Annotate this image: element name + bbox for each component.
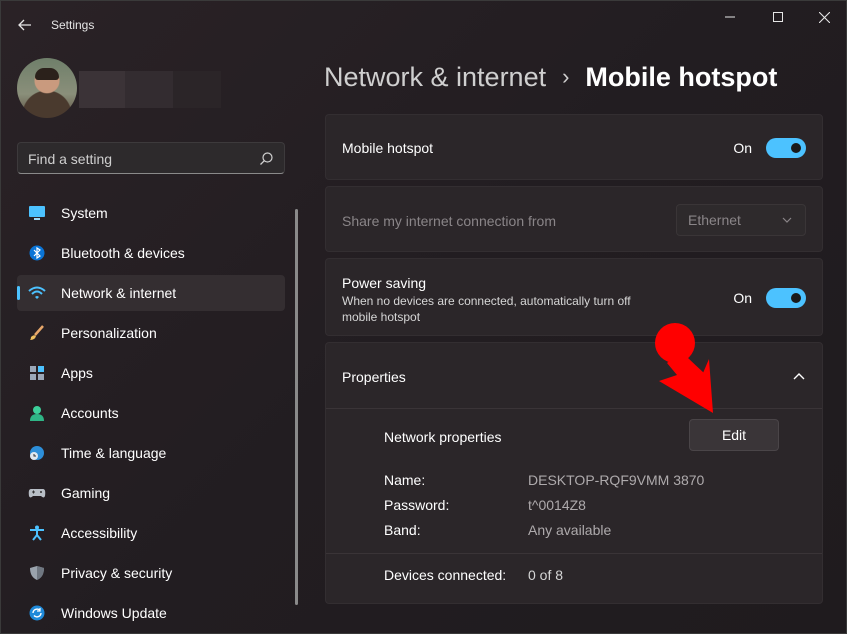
sidebar-item-label: Gaming [61,485,111,501]
properties-header[interactable]: Properties [326,343,822,409]
active-indicator [17,286,20,300]
avatar [17,58,77,118]
devices-connected-value: 0 of 8 [528,567,564,583]
monitor-icon [29,206,45,220]
share-connection-dropdown[interactable]: Ethernet [676,204,806,236]
breadcrumb-parent-link[interactable]: Network & internet [324,62,546,93]
brush-icon [30,325,44,340]
blurred-username-part [125,71,173,108]
power-saving-toggle[interactable] [766,288,806,308]
sidebar-item-label: Personalization [61,325,157,341]
chevron-right-icon: › [562,64,570,89]
update-icon [29,605,45,621]
toggle-state-label: On [733,290,752,306]
back-button[interactable] [11,13,39,37]
chevron-up-icon[interactable] [792,369,806,383]
search-icon[interactable] [258,151,274,167]
mobile-hotspot-label: Mobile hotspot [342,140,434,156]
properties-label: Properties [342,369,406,385]
dropdown-value: Ethernet [688,212,741,228]
toggle-knob [791,143,801,153]
search-input[interactable] [28,149,248,169]
gamepad-icon [28,489,46,498]
share-connection-label: Share my internet connection from [342,213,556,229]
blurred-username [79,71,125,108]
maximize-button[interactable] [755,5,801,29]
password-value: t^0014Z8 [528,497,586,513]
sidebar-item-system[interactable]: System [17,195,285,231]
sidebar-item-windows-update[interactable]: Windows Update [17,595,285,631]
chevron-down-icon [782,217,792,223]
toggle-state-label: On [733,140,752,156]
properties-card: Properties Network properties Edit Name:… [325,342,823,604]
sidebar-item-label: Accounts [61,405,119,421]
sidebar-item-time-language[interactable]: Time & language [17,435,285,471]
sidebar-item-label: Windows Update [61,605,167,621]
sidebar-item-personalization[interactable]: Personalization [17,315,285,351]
app-title: Settings [51,18,95,32]
devices-connected-label: Devices connected: [384,567,507,583]
arrow-left-icon [18,19,31,31]
password-label: Password: [384,497,450,513]
sidebar-item-label: Apps [61,365,93,381]
close-icon [818,11,830,23]
accessibility-icon [30,525,44,541]
wifi-icon [28,286,46,299]
user-profile[interactable] [17,58,287,120]
sidebar-item-label: Privacy & security [61,565,173,581]
share-connection-card: Share my internet connection from Ethern… [325,186,823,252]
power-saving-label: Power saving [342,275,427,291]
mobile-hotspot-card: Mobile hotspot On [325,114,823,180]
sidebar-item-label: Accessibility [61,525,138,541]
divider [326,553,822,554]
apps-icon [30,366,44,380]
power-saving-card: Power saving When no devices are connect… [325,258,823,336]
sidebar-item-label: Network & internet [61,285,177,301]
sidebar-item-label: Bluetooth & devices [61,245,185,261]
sidebar-item-apps[interactable]: Apps [17,355,285,391]
sidebar-item-privacy-security[interactable]: Privacy & security [17,555,285,591]
sidebar-item-label: Time & language [61,445,167,461]
person-icon [30,406,44,421]
sidebar-item-label: System [61,205,108,221]
shield-icon [30,566,44,580]
title-bar: Settings [1,1,846,49]
network-properties-label: Network properties [384,429,502,445]
minimize-icon [725,16,735,18]
name-label: Name: [384,472,426,488]
sidebar-item-bluetooth[interactable]: Bluetooth & devices [17,235,285,271]
blurred-username-part [173,71,221,108]
toggle-knob [791,293,801,303]
sidebar-item-accounts[interactable]: Accounts [17,395,285,431]
maximize-icon [773,12,783,22]
page-title: Mobile hotspot [585,61,778,92]
bluetooth-icon [29,245,45,261]
sidebar-item-gaming[interactable]: Gaming [17,475,285,511]
edit-button[interactable]: Edit [689,419,779,451]
settings-window: Settings System Bluetooth & devices [0,0,847,634]
mobile-hotspot-toggle[interactable] [766,138,806,158]
sidebar-scrollbar[interactable] [295,209,298,605]
mobile-hotspot-toggle-group: On [733,138,806,158]
sidebar-item-network[interactable]: Network & internet [17,275,285,311]
search-box[interactable] [17,142,285,174]
power-saving-toggle-group: On [733,288,806,308]
red-pointer-marker-icon [655,323,713,413]
band-label: Band: [384,522,421,538]
power-saving-description: When no devices are connected, automatic… [342,294,631,324]
breadcrumb: Network & internet › Mobile hotspot [324,59,777,95]
sidebar-item-accessibility[interactable]: Accessibility [17,515,285,551]
close-button[interactable] [801,5,847,29]
globe-clock-icon [30,446,44,460]
band-value: Any available [528,522,612,538]
name-value: DESKTOP-RQF9VMM 3870 [528,472,705,488]
minimize-button[interactable] [707,5,753,29]
sidebar-nav: System Bluetooth & devices Network & int… [17,195,285,634]
